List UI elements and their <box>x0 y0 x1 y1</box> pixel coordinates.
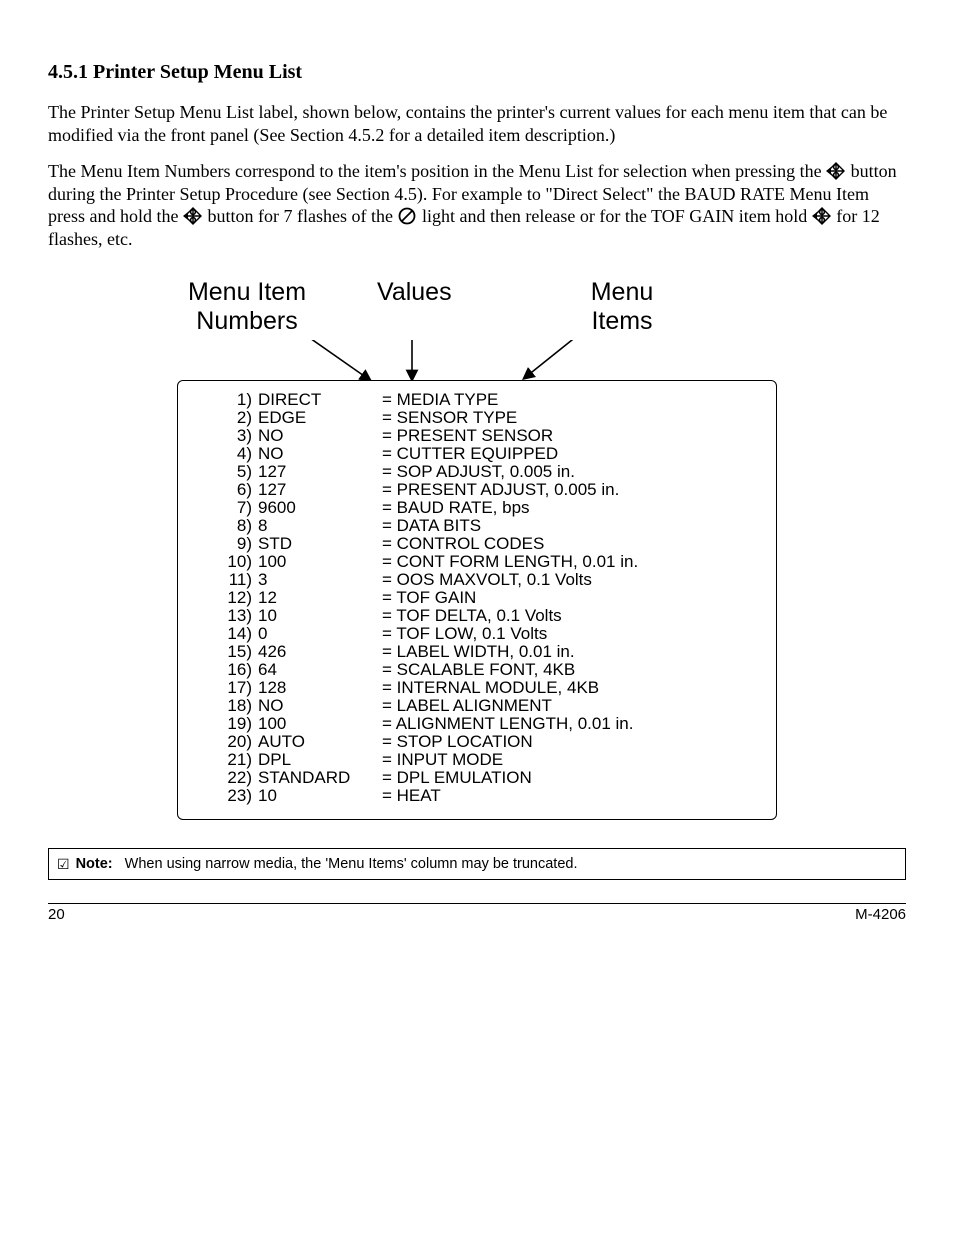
menu-row-number: 8) <box>194 517 252 535</box>
section-heading: 4.5.1 Printer Setup Menu List <box>48 60 906 85</box>
menu-row-value: DPL <box>258 751 382 769</box>
diagram-arrows <box>177 340 777 380</box>
note-text-value: When using narrow media, the 'Menu Items… <box>125 855 578 873</box>
menu-row-item: = BAUD RATE, bps <box>382 499 760 517</box>
page: 4.5.1 Printer Setup Menu List The Printe… <box>0 0 954 1235</box>
menu-row-item: = CONT FORM LENGTH, 0.01 in. <box>382 553 760 571</box>
menu-row-item: = SENSOR TYPE <box>382 409 760 427</box>
menu-row-value: 128 <box>258 679 382 697</box>
menu-row-number: 2) <box>194 409 252 427</box>
menu-row-value: STANDARD <box>258 769 382 787</box>
menu-row-item: = CUTTER EQUIPPED <box>382 445 760 463</box>
label-menu-item-numbers-2: Numbers <box>196 307 297 335</box>
menu-row-value: 127 <box>258 481 382 499</box>
page-footer: 20 M-4206 <box>48 903 906 925</box>
menu-row-number: 16) <box>194 661 252 679</box>
menu-row-value: 10 <box>258 787 382 805</box>
menu-row-item: = SOP ADJUST, 0.005 in. <box>382 463 760 481</box>
menu-row-item: = DATA BITS <box>382 517 760 535</box>
menu-diagram: Menu Item Numbers Values Menu Items <box>48 278 906 820</box>
column-items: = MEDIA TYPE= SENSOR TYPE= PRESENT SENSO… <box>382 391 760 805</box>
feed-button-icon <box>183 206 203 226</box>
menu-row-item: = INPUT MODE <box>382 751 760 769</box>
menu-row-item: = SCALABLE FONT, 4KB <box>382 661 760 679</box>
note-text <box>117 855 121 873</box>
menu-row-value: 10 <box>258 607 382 625</box>
menu-row-item: = LABEL ALIGNMENT <box>382 697 760 715</box>
menu-row-item: = INTERNAL MODULE, 4KB <box>382 679 760 697</box>
menu-row-number: 21) <box>194 751 252 769</box>
menu-row-number: 18) <box>194 697 252 715</box>
label-menu-item-numbers-1: Menu Item <box>188 278 306 306</box>
menu-row-number: 9) <box>194 535 252 553</box>
label-menu-items-1: Menu <box>591 278 654 306</box>
menu-row-number: 17) <box>194 679 252 697</box>
feed-button-icon <box>812 206 832 226</box>
menu-row-value: 8 <box>258 517 382 535</box>
page-number: 20 <box>48 906 65 925</box>
menu-row-value: 12 <box>258 589 382 607</box>
menu-row-number: 10) <box>194 553 252 571</box>
menu-row-value: 9600 <box>258 499 382 517</box>
menu-row-number: 15) <box>194 643 252 661</box>
menu-row-item: = DPL EMULATION <box>382 769 760 787</box>
menu-row-value: 426 <box>258 643 382 661</box>
menu-row-value: 100 <box>258 715 382 733</box>
menu-row-number: 6) <box>194 481 252 499</box>
model-number: M-4206 <box>855 906 906 925</box>
menu-row-value: 64 <box>258 661 382 679</box>
para2-part-d: light and then release or for the TOF GA… <box>422 206 812 226</box>
menu-row-number: 11) <box>194 571 252 589</box>
menu-row-item: = TOF DELTA, 0.1 Volts <box>382 607 760 625</box>
menu-row-value: NO <box>258 697 382 715</box>
note-box: ☑ Note: When using narrow media, the 'Me… <box>48 848 906 880</box>
column-numbers: 1)2)3)4)5)6)7)8)9)10)11)12)13)14)15)16)1… <box>194 391 258 805</box>
paragraph-2: The Menu Item Numbers correspond to the … <box>48 160 906 250</box>
menu-row-number: 7) <box>194 499 252 517</box>
menu-row-item: = CONTROL CODES <box>382 535 760 553</box>
menu-row-value: EDGE <box>258 409 382 427</box>
column-values: DIRECTEDGENONO12712796008STD100312100426… <box>258 391 382 805</box>
menu-row-number: 13) <box>194 607 252 625</box>
menu-row-number: 12) <box>194 589 252 607</box>
menu-row-number: 20) <box>194 733 252 751</box>
note-label: Note: <box>76 855 113 873</box>
menu-row-value: 0 <box>258 625 382 643</box>
menu-row-number: 23) <box>194 787 252 805</box>
menu-row-number: 19) <box>194 715 252 733</box>
menu-row-number: 5) <box>194 463 252 481</box>
paragraph-1: The Printer Setup Menu List label, shown… <box>48 101 906 146</box>
label-values: Values <box>377 278 452 307</box>
menu-row-item: = MEDIA TYPE <box>382 391 760 409</box>
menu-row-number: 14) <box>194 625 252 643</box>
menu-row-value: NO <box>258 445 382 463</box>
menu-row-item: = OOS MAXVOLT, 0.1 Volts <box>382 571 760 589</box>
menu-row-value: NO <box>258 427 382 445</box>
menu-row-value: 127 <box>258 463 382 481</box>
menu-row-item: = PRESENT ADJUST, 0.005 in. <box>382 481 760 499</box>
menu-row-item: = LABEL WIDTH, 0.01 in. <box>382 643 760 661</box>
menu-row-number: 3) <box>194 427 252 445</box>
label-menu-items-2: Items <box>591 307 652 335</box>
menu-row-value: 3 <box>258 571 382 589</box>
menu-row-value: STD <box>258 535 382 553</box>
para2-part-a: The Menu Item Numbers correspond to the … <box>48 161 826 181</box>
menu-row-item: = TOF GAIN <box>382 589 760 607</box>
menu-row-item: = ALIGNMENT LENGTH, 0.01 in. <box>382 715 760 733</box>
note-check-icon: ☑ <box>57 857 70 871</box>
menu-row-number: 22) <box>194 769 252 787</box>
menu-row-value: DIRECT <box>258 391 382 409</box>
menu-row-number: 1) <box>194 391 252 409</box>
menu-row-item: = STOP LOCATION <box>382 733 760 751</box>
menu-list-table: 1)2)3)4)5)6)7)8)9)10)11)12)13)14)15)16)1… <box>177 380 777 820</box>
stop-light-icon <box>397 206 417 226</box>
menu-row-item: = TOF LOW, 0.1 Volts <box>382 625 760 643</box>
menu-row-item: = HEAT <box>382 787 760 805</box>
menu-row-value: AUTO <box>258 733 382 751</box>
feed-button-icon <box>826 161 846 181</box>
menu-row-value: 100 <box>258 553 382 571</box>
para2-part-c: button for 7 flashes of the <box>207 206 397 226</box>
menu-row-item: = PRESENT SENSOR <box>382 427 760 445</box>
menu-row-number: 4) <box>194 445 252 463</box>
